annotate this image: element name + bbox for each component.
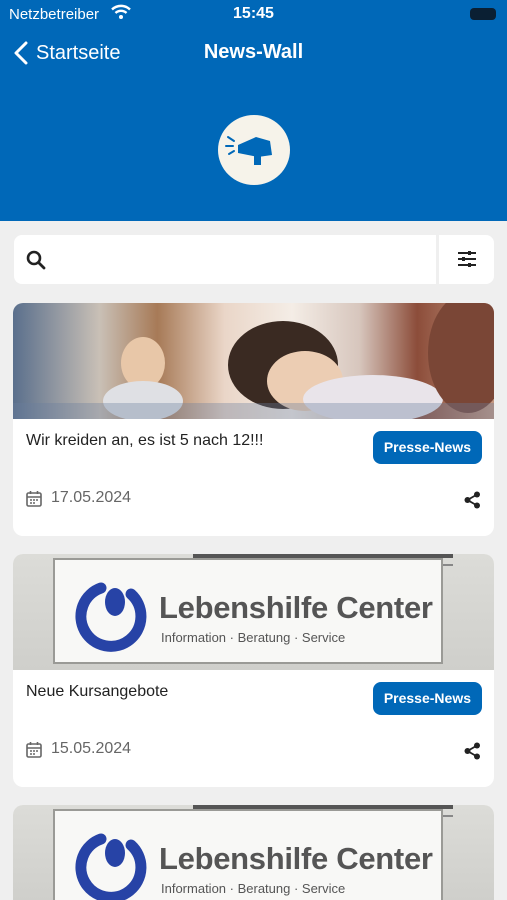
sliders-icon (458, 251, 476, 267)
news-date: 15.05.2024 (51, 740, 132, 757)
share-icon (464, 742, 480, 760)
sign-subtitle: Information · Beratung · Service (161, 881, 346, 896)
news-title: Neue Kursangebote (26, 683, 169, 700)
category-badge[interactable]: Presse-News (372, 682, 482, 715)
sign-subtitle: Information · Beratung · Service (161, 630, 346, 645)
calendar-icon (26, 741, 42, 758)
sign-title: Lebenshilfe Center (159, 841, 433, 876)
news-image (13, 303, 494, 419)
share-button[interactable] (464, 742, 481, 765)
clock: 15:45 (233, 5, 274, 22)
category-badge[interactable]: Presse-News (372, 431, 482, 464)
lebenshilfe-sign: Lebenshilfe Center Information · Beratun… (53, 809, 443, 900)
sign-title: Lebenshilfe Center (159, 590, 433, 625)
share-button[interactable] (464, 491, 481, 514)
date-row: 15.05.2024 (26, 740, 131, 758)
search-icon (26, 250, 46, 275)
app-header: Netzbetreiber 15:45 Startseite News-Wall (0, 0, 507, 221)
page-title: News-Wall (203, 41, 304, 63)
news-card[interactable]: Wir kreiden an, es ist 5 nach 12!!! Pres… (13, 303, 494, 536)
search-input[interactable] (58, 235, 428, 284)
date-row: 17.05.2024 (26, 489, 131, 507)
lebenshilfe-sign: Lebenshilfe Center Information · Beratun… (53, 558, 443, 664)
lebenshilfe-logo-icon (75, 833, 147, 900)
battery-icon (470, 8, 496, 20)
status-bar: Netzbetreiber 15:45 (0, 0, 507, 28)
news-card[interactable]: Lebenshilfe Center Information · Beratun… (13, 805, 494, 900)
lebenshilfe-logo-icon (75, 582, 147, 652)
megaphone-logo-icon (218, 115, 290, 185)
news-title: Wir kreiden an, es ist 5 nach 12!!! (26, 432, 264, 449)
news-image: Lebenshilfe Center Information · Beratun… (13, 805, 494, 900)
calendar-icon (26, 490, 42, 507)
search-bar (14, 235, 436, 284)
filter-button[interactable] (439, 235, 494, 284)
news-card[interactable]: Lebenshilfe Center Information · Beratun… (13, 554, 494, 787)
share-icon (464, 491, 480, 509)
news-date: 17.05.2024 (51, 489, 132, 506)
news-image: Lebenshilfe Center Information · Beratun… (13, 554, 494, 670)
